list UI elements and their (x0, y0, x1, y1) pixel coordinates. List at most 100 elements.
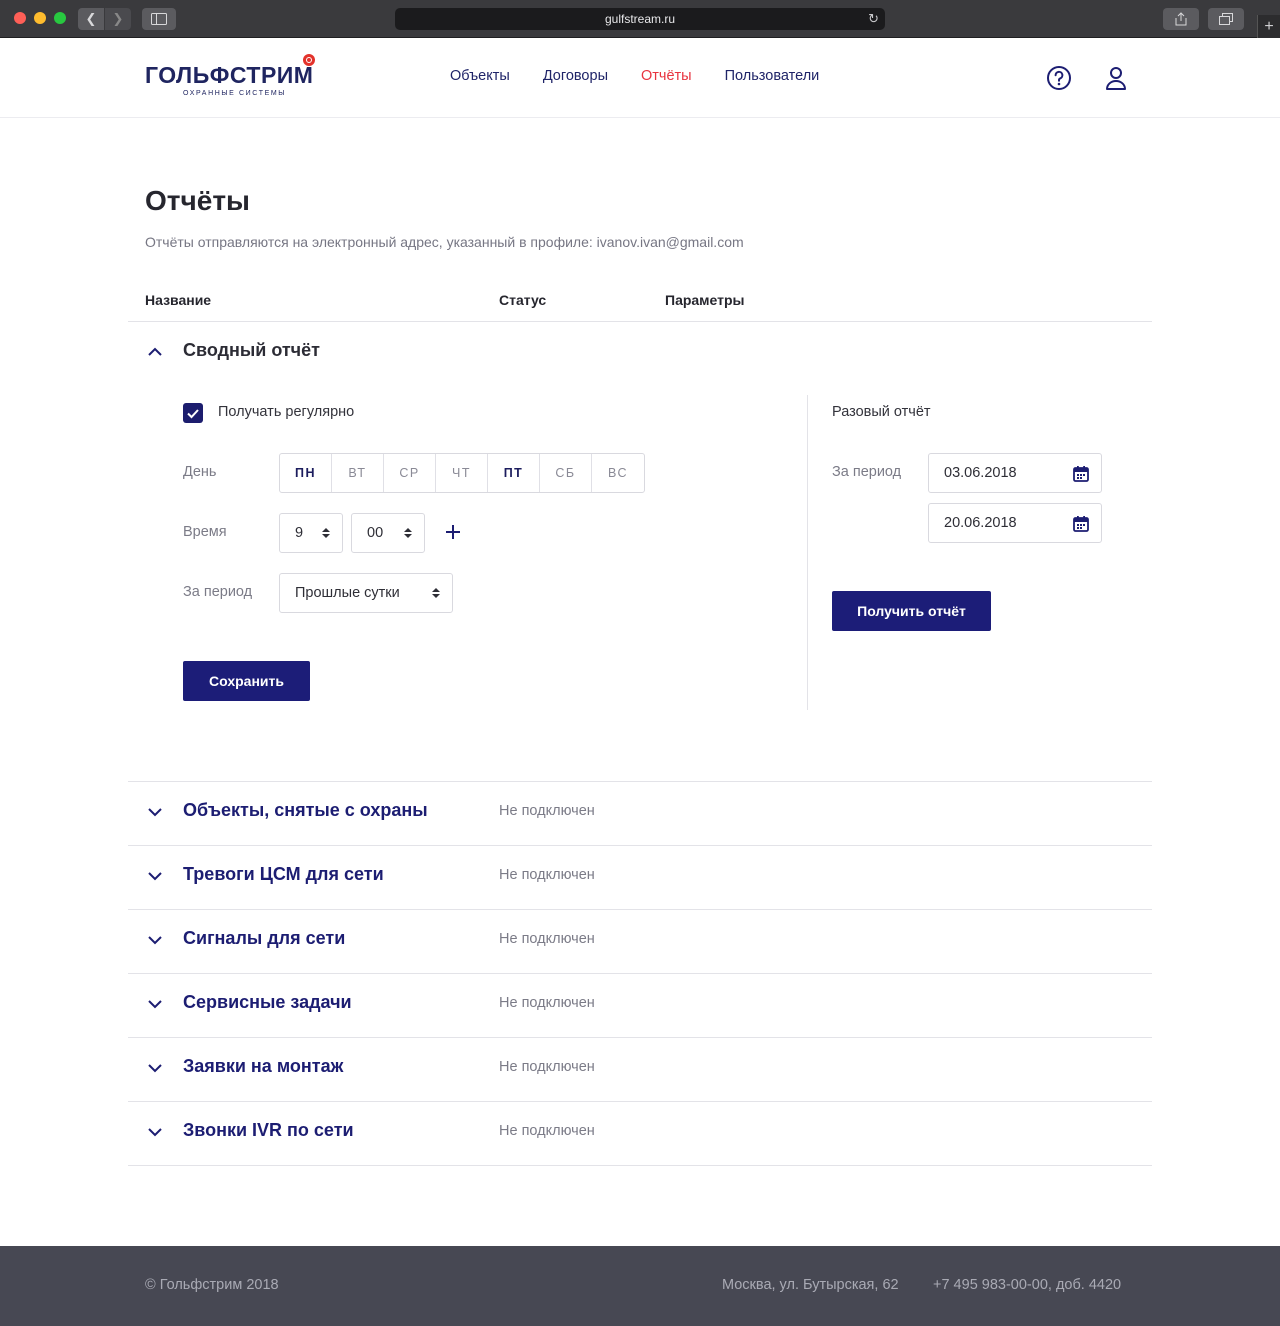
day-selector: ПН ВТ СР ЧТ ПТ СБ ВС (279, 453, 645, 493)
date-from-input[interactable]: 03.06.2018 (928, 453, 1102, 493)
site-header: ГОЛЬФСТРИМ охранные системы Объекты Дого… (0, 38, 1280, 118)
close-window-button[interactable] (14, 12, 26, 24)
sort-arrows-icon (432, 588, 440, 598)
divider (128, 321, 1152, 322)
logo-tagline: охранные системы (183, 90, 287, 97)
regular-label: Получать регулярно (218, 404, 355, 420)
logo-text: ГОЛЬФСТРИМ (145, 62, 314, 88)
back-button[interactable]: ❮ (78, 8, 104, 30)
hour-select[interactable]: 9 (279, 513, 343, 553)
minute-select[interactable]: 00 (351, 513, 425, 553)
report-row-status: Не подключен (499, 803, 595, 819)
chevron-down-icon[interactable] (147, 868, 163, 884)
main-nav: Объекты Договоры Отчёты Пользователи (450, 68, 819, 84)
minute-value: 00 (367, 525, 384, 541)
divider (128, 781, 1152, 782)
chevron-left-icon: ❮ (85, 11, 97, 26)
add-time-plus-icon[interactable] (443, 522, 463, 542)
hour-value: 9 (295, 525, 304, 541)
check-icon (187, 409, 199, 419)
new-tab-button[interactable]: + (1257, 15, 1280, 38)
url-text: gulfstream.ru (604, 12, 676, 26)
report-row-status: Не подключен (499, 1123, 595, 1139)
report-row-title[interactable]: Сигналы для сети (183, 928, 345, 949)
help-circle-icon[interactable] (1046, 65, 1072, 91)
share-button[interactable] (1163, 8, 1199, 30)
chevron-down-icon[interactable] (147, 932, 163, 948)
chevron-down-icon[interactable] (147, 804, 163, 820)
sort-arrows-icon (404, 528, 412, 538)
nav-objects[interactable]: Объекты (450, 68, 510, 84)
report-row-status: Не подключен (499, 995, 595, 1011)
column-header-params: Параметры (665, 292, 745, 308)
report-row-title[interactable]: Заявки на монтаж (183, 1056, 343, 1077)
logo-mark-icon (303, 54, 315, 66)
period-select[interactable]: Прошлые сутки (279, 573, 453, 613)
day-thu[interactable]: ЧТ (436, 454, 488, 492)
address-bar[interactable]: gulfstream.ru ↻ (395, 8, 885, 30)
footer-phone[interactable]: +7 495 983-00-00, доб. 4420 (933, 1277, 1121, 1293)
page-title: Отчёты (145, 185, 250, 216)
plus-icon: + (1264, 17, 1274, 35)
day-wed[interactable]: СР (384, 454, 436, 492)
report-row-title[interactable]: Сервисные задачи (183, 992, 352, 1013)
zoom-window-button[interactable] (54, 12, 66, 24)
report-row-status: Не подключен (499, 1059, 595, 1075)
user-icon[interactable] (1103, 65, 1129, 91)
site-footer: © Гольфстрим 2018 Москва, ул. Бутырская,… (0, 1246, 1280, 1326)
chevron-right-icon: ❯ (112, 11, 124, 26)
regular-checkbox[interactable] (183, 403, 203, 423)
day-sun[interactable]: ВС (592, 454, 644, 492)
save-button[interactable]: Сохранить (183, 661, 310, 701)
date-to-value: 20.06.2018 (944, 515, 1017, 531)
sidebar-toggle-button[interactable] (142, 8, 176, 30)
divider (128, 1037, 1152, 1038)
tab-overview-button[interactable] (1208, 8, 1244, 30)
page-subtitle: Отчёты отправляются на электронный адрес… (145, 234, 744, 250)
reload-icon[interactable]: ↻ (868, 11, 879, 27)
vertical-divider (807, 395, 808, 710)
oneoff-period-label: За период (832, 464, 902, 480)
report-row-status: Не подключен (499, 931, 595, 947)
nav-reports[interactable]: Отчёты (641, 68, 692, 84)
day-label: День (183, 464, 217, 480)
day-tue[interactable]: ВТ (332, 454, 384, 492)
chevron-down-icon[interactable] (147, 1060, 163, 1076)
minimize-window-button[interactable] (34, 12, 46, 24)
logo[interactable]: ГОЛЬФСТРИМ охранные системы (145, 54, 315, 97)
footer-address: Москва, ул. Бутырская, 62 (722, 1277, 899, 1293)
sidebar-icon (151, 13, 167, 25)
summary-report-title[interactable]: Сводный отчёт (183, 340, 320, 361)
chevron-down-icon[interactable] (147, 996, 163, 1012)
column-header-status: Статус (499, 292, 547, 308)
browser-toolbar: ❮ ❯ gulfstream.ru ↻ + (0, 0, 1280, 38)
divider (128, 909, 1152, 910)
report-row-title[interactable]: Тревоги ЦСМ для сети (183, 864, 384, 885)
divider (128, 845, 1152, 846)
tabs-icon (1219, 13, 1233, 25)
chevron-up-icon[interactable] (147, 344, 163, 360)
report-row-title[interactable]: Объекты, снятые с охраны (183, 800, 428, 821)
divider (128, 973, 1152, 974)
chevron-down-icon[interactable] (147, 1124, 163, 1140)
column-header-name: Название (145, 292, 212, 308)
share-icon (1175, 12, 1187, 26)
nav-contracts[interactable]: Договоры (543, 68, 608, 84)
time-label: Время (183, 524, 227, 540)
date-to-input[interactable]: 20.06.2018 (928, 503, 1102, 543)
day-fri[interactable]: ПТ (488, 454, 540, 492)
date-from-value: 03.06.2018 (944, 465, 1017, 481)
period-label: За период (183, 584, 253, 600)
get-report-button[interactable]: Получить отчёт (832, 591, 991, 631)
sort-arrows-icon (322, 528, 330, 538)
calendar-icon[interactable] (1072, 515, 1090, 533)
forward-button[interactable]: ❯ (105, 8, 131, 30)
footer-copyright: © Гольфстрим 2018 (145, 1277, 279, 1293)
report-row-title[interactable]: Звонки IVR по сети (183, 1120, 354, 1141)
period-value: Прошлые сутки (295, 585, 400, 601)
day-mon[interactable]: ПН (280, 454, 332, 492)
divider (128, 1101, 1152, 1102)
nav-users[interactable]: Пользователи (725, 68, 820, 84)
calendar-icon[interactable] (1072, 465, 1090, 483)
day-sat[interactable]: СБ (540, 454, 592, 492)
